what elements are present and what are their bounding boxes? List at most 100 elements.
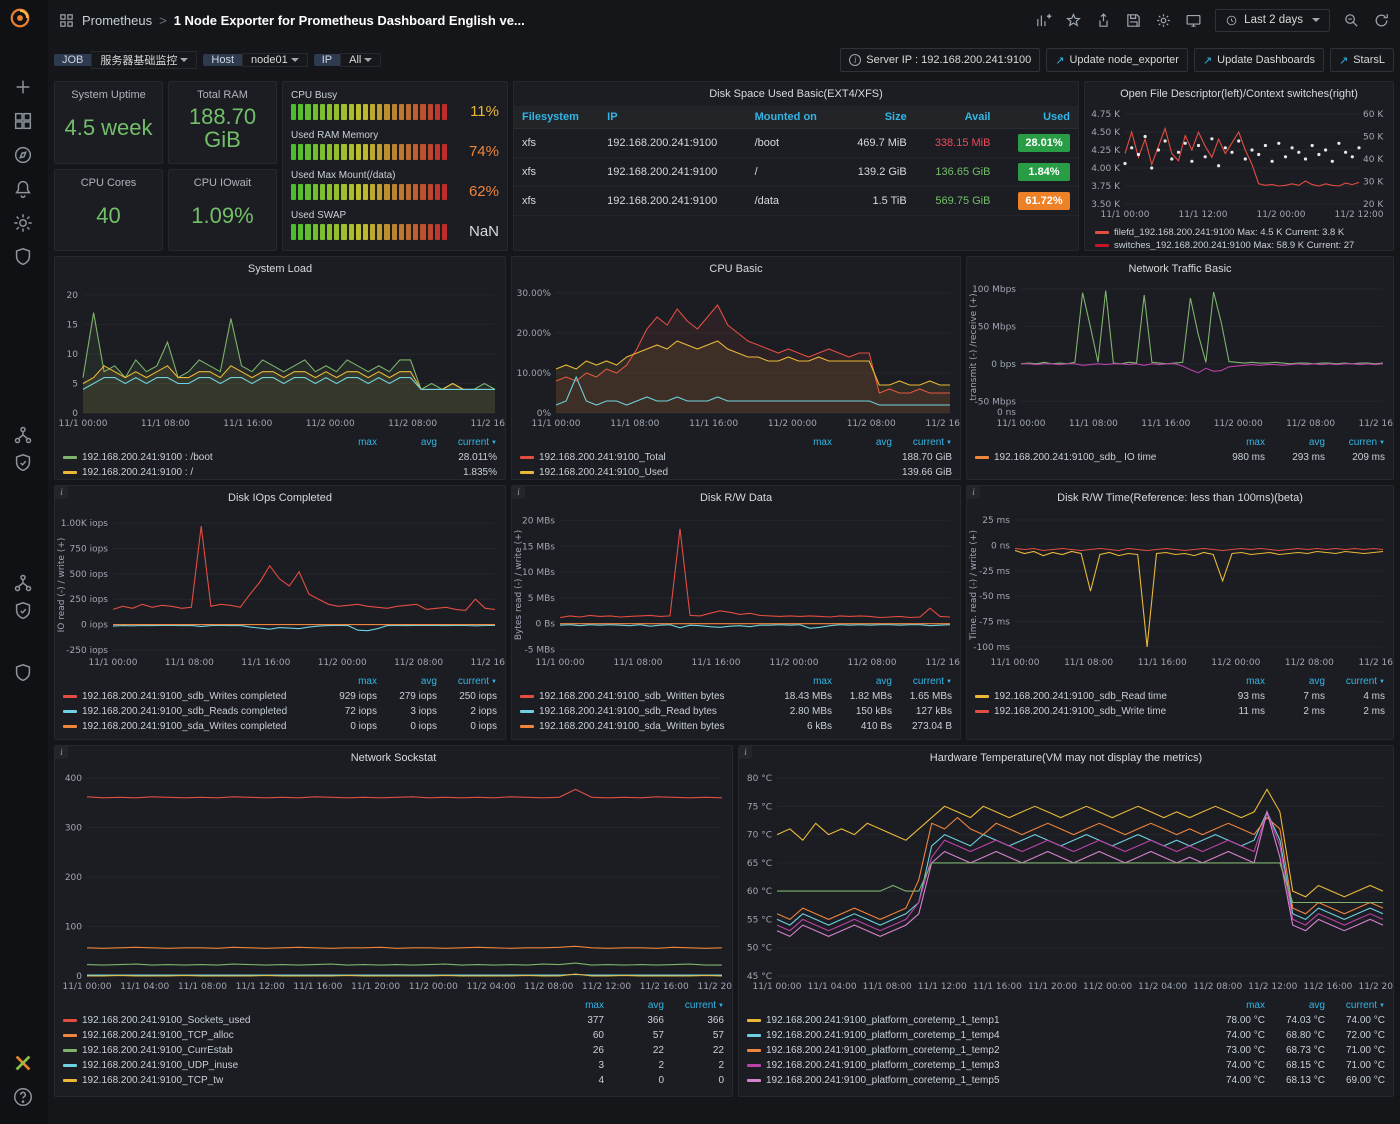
legend-sort-header[interactable]: avg	[1265, 676, 1325, 687]
hardware-temperature-chart[interactable]: 45 °C50 °C55 °C60 °C65 °C70 °C75 °C80 °C…	[739, 770, 1393, 997]
legend-sort-header[interactable]: max	[317, 676, 377, 687]
refresh-icon[interactable]	[1373, 12, 1390, 29]
legend-sort-header[interactable]: current	[1325, 1000, 1385, 1011]
legend-line[interactable]: filefd_192.168.200.241:9100 Max: 4.5 K C…	[1095, 226, 1383, 239]
legend-sort-header[interactable]: max	[1205, 437, 1265, 448]
legend-line[interactable]: switches_192.168.200.241:9100 Max: 58.9 …	[1095, 239, 1383, 250]
legend-sort-header[interactable]: avg	[377, 437, 437, 448]
link-update-node-exporter[interactable]: ↗ Update node_exporter	[1046, 48, 1188, 72]
breadcrumb-app[interactable]: Prometheus	[82, 13, 152, 28]
dashboard-title[interactable]: 1 Node Exporter for Prometheus Dashboard…	[174, 13, 525, 28]
ofd-chart[interactable]: 3.50 K3.75 K4.00 K4.25 K4.50 K4.75 K20 K…	[1085, 106, 1393, 225]
create-plus-icon[interactable]	[12, 76, 36, 100]
table-header[interactable]: IP	[599, 106, 746, 129]
legend-row[interactable]: 192.168.200.241:9100_platform_coretemp_1…	[747, 1028, 1385, 1043]
security-shield-icon[interactable]	[12, 600, 36, 624]
legend-sort-header[interactable]: avg	[1265, 437, 1325, 448]
legend-row[interactable]: 192.168.200.241:9100_TCP_alloc605757	[63, 1028, 724, 1043]
disk-iops-chart[interactable]: -250 iops0 iops250 iops500 iops750 iops1…	[55, 510, 505, 673]
legend-row[interactable]: 192.168.200.241:9100_Sockets_used3773663…	[63, 1013, 724, 1028]
var-host-value[interactable]: node01	[242, 53, 308, 67]
legend-sort-header[interactable]: current	[437, 437, 497, 448]
table-header[interactable]: Avail	[915, 106, 999, 129]
legend-row[interactable]: 192.168.200.241:9100_sda_Written bytes6 …	[520, 719, 952, 734]
zoom-out-icon[interactable]	[1343, 12, 1360, 29]
panel-info-icon[interactable]: i	[512, 486, 525, 499]
network-sockstat-chart[interactable]: 010020030040011/1 00:0011/1 04:0011/1 08…	[55, 770, 732, 997]
disk-rw-data-chart[interactable]: -5 MBs0 Bs5 MBs10 MBs15 MBs20 MBs11/1 00…	[512, 510, 960, 673]
legend-row[interactable]: 192.168.200.241:9100_platform_coretemp_1…	[747, 1013, 1385, 1028]
table-header[interactable]: Size	[838, 106, 915, 129]
panel-title[interactable]: Hardware Temperature(VM may not display …	[739, 746, 1393, 770]
system-load-chart[interactable]: 0510152011/1 00:0011/1 08:0011/1 16:0011…	[55, 281, 505, 434]
explore-compass-icon[interactable]	[12, 144, 36, 168]
alerting-bell-icon[interactable]	[12, 178, 36, 202]
legend-sort-header[interactable]: max	[544, 1000, 604, 1011]
stat-title[interactable]: System Uptime	[55, 89, 162, 101]
configuration-gear-icon[interactable]	[12, 212, 36, 236]
var-ip-value[interactable]: All	[340, 53, 381, 67]
legend-row[interactable]: 192.168.200.241:9100_sdb_Written bytes18…	[520, 689, 952, 704]
save-icon[interactable]	[1125, 12, 1142, 29]
panel-title[interactable]: Network Sockstat	[55, 746, 732, 770]
link-starsl[interactable]: ↗ StarsL	[1330, 48, 1394, 72]
legend-row[interactable]: 192.168.200.241:9100_platform_coretemp_1…	[747, 1043, 1385, 1058]
panel-title[interactable]: Disk Space Used Basic(EXT4/XFS)	[514, 82, 1078, 106]
panel-title[interactable]: Disk R/W Data	[512, 486, 960, 510]
var-ip[interactable]: IP All	[314, 48, 382, 72]
panel-info-icon[interactable]: i	[55, 746, 68, 759]
stat-title[interactable]: CPU Cores	[55, 177, 162, 189]
table-header[interactable]: Mounted on	[747, 106, 839, 129]
legend-row[interactable]: 192.168.200.241:9100_Total188.70 GiB	[520, 450, 952, 465]
apps-grid-icon[interactable]	[58, 12, 75, 29]
legend-sort-header[interactable]: current	[892, 437, 952, 448]
legend-sort-header[interactable]: current	[664, 1000, 724, 1011]
panel-title[interactable]: Disk R/W Time(Reference: less than 100ms…	[967, 486, 1393, 510]
legend-sort-header[interactable]: avg	[832, 676, 892, 687]
legend-row[interactable]: 192.168.200.241:9100_sdb_Reads completed…	[63, 704, 497, 719]
table-header[interactable]: Filesystem	[514, 106, 599, 129]
help-icon[interactable]	[12, 1086, 36, 1110]
legend-row[interactable]: 192.168.200.241:9100_CurrEstab262222	[63, 1043, 724, 1058]
add-panel-icon[interactable]	[1035, 12, 1052, 29]
disk-rw-time-chart[interactable]: -100 ms-75 ms-50 ms-25 ms0 ns25 ms11/1 0…	[967, 510, 1393, 673]
dashboard-settings-gear-icon[interactable]	[1155, 12, 1172, 29]
legend-row[interactable]: 192.168.200.241:9100_UDP_inuse322	[63, 1058, 724, 1073]
legend-row[interactable]: 192.168.200.241:9100_sdb_Writes complete…	[63, 689, 497, 704]
legend-row[interactable]: 192.168.200.241:9100_platform_coretemp_1…	[747, 1058, 1385, 1073]
legend-row[interactable]: 192.168.200.241:9100 : /boot28.011%	[63, 450, 497, 465]
plugin-icon[interactable]	[12, 424, 36, 448]
security-shield-icon[interactable]	[12, 662, 36, 686]
grafana-logo-icon[interactable]	[9, 7, 39, 37]
legend-sort-header[interactable]: current	[892, 676, 952, 687]
tv-kiosk-icon[interactable]	[1185, 12, 1202, 29]
panel-title[interactable]: Disk IOps Completed	[55, 486, 505, 510]
legend-row[interactable]: 192.168.200.241:9100_sdb_Write time11 ms…	[975, 704, 1385, 719]
table-header[interactable]: Used	[998, 106, 1078, 129]
legend-row[interactable]: 192.168.200.241:9100_sdb_Read bytes2.80 …	[520, 704, 952, 719]
star-icon[interactable]	[1065, 12, 1082, 29]
panel-info-icon[interactable]: i	[739, 746, 752, 759]
var-job-value[interactable]: 服务器基础监控	[91, 51, 197, 69]
legend-row[interactable]: 192.168.200.241:9100 : /1.835%	[63, 465, 497, 479]
share-icon[interactable]	[1095, 12, 1112, 29]
panel-info-icon[interactable]: i	[55, 486, 68, 499]
legend-row[interactable]: 192.168.200.241:9100_Used139.66 GiB	[520, 465, 952, 479]
legend-row[interactable]: 192.168.200.241:9100_sda_Writes complete…	[63, 719, 497, 734]
security-shield-icon[interactable]	[12, 452, 36, 476]
var-host[interactable]: Host node01	[203, 48, 307, 72]
panel-title[interactable]: CPU Basic	[512, 257, 960, 281]
legend-sort-header[interactable]: current	[1325, 676, 1385, 687]
time-range-picker[interactable]: Last 2 days	[1215, 9, 1330, 32]
legend-row[interactable]: 192.168.200.241:9100_sdb_ IO time980 ms2…	[975, 450, 1385, 465]
stat-title[interactable]: CPU IOwait	[169, 177, 276, 189]
panel-title[interactable]: Network Traffic Basic	[967, 257, 1393, 281]
cpu-basic-chart[interactable]: 0%10.00%20.00%30.00%11/1 00:0011/1 08:00…	[512, 281, 960, 434]
legend-row[interactable]: 192.168.200.241:9100_TCP_tw400	[63, 1073, 724, 1088]
legend-sort-header[interactable]: curren	[1325, 437, 1385, 448]
panel-title[interactable]: Open File Descriptor(left)/Context switc…	[1085, 82, 1393, 106]
stat-title[interactable]: Total RAM	[169, 89, 276, 101]
legend-sort-header[interactable]: max	[772, 437, 832, 448]
x-app-logo-icon[interactable]	[12, 1052, 36, 1076]
legend-sort-header[interactable]: avg	[377, 676, 437, 687]
